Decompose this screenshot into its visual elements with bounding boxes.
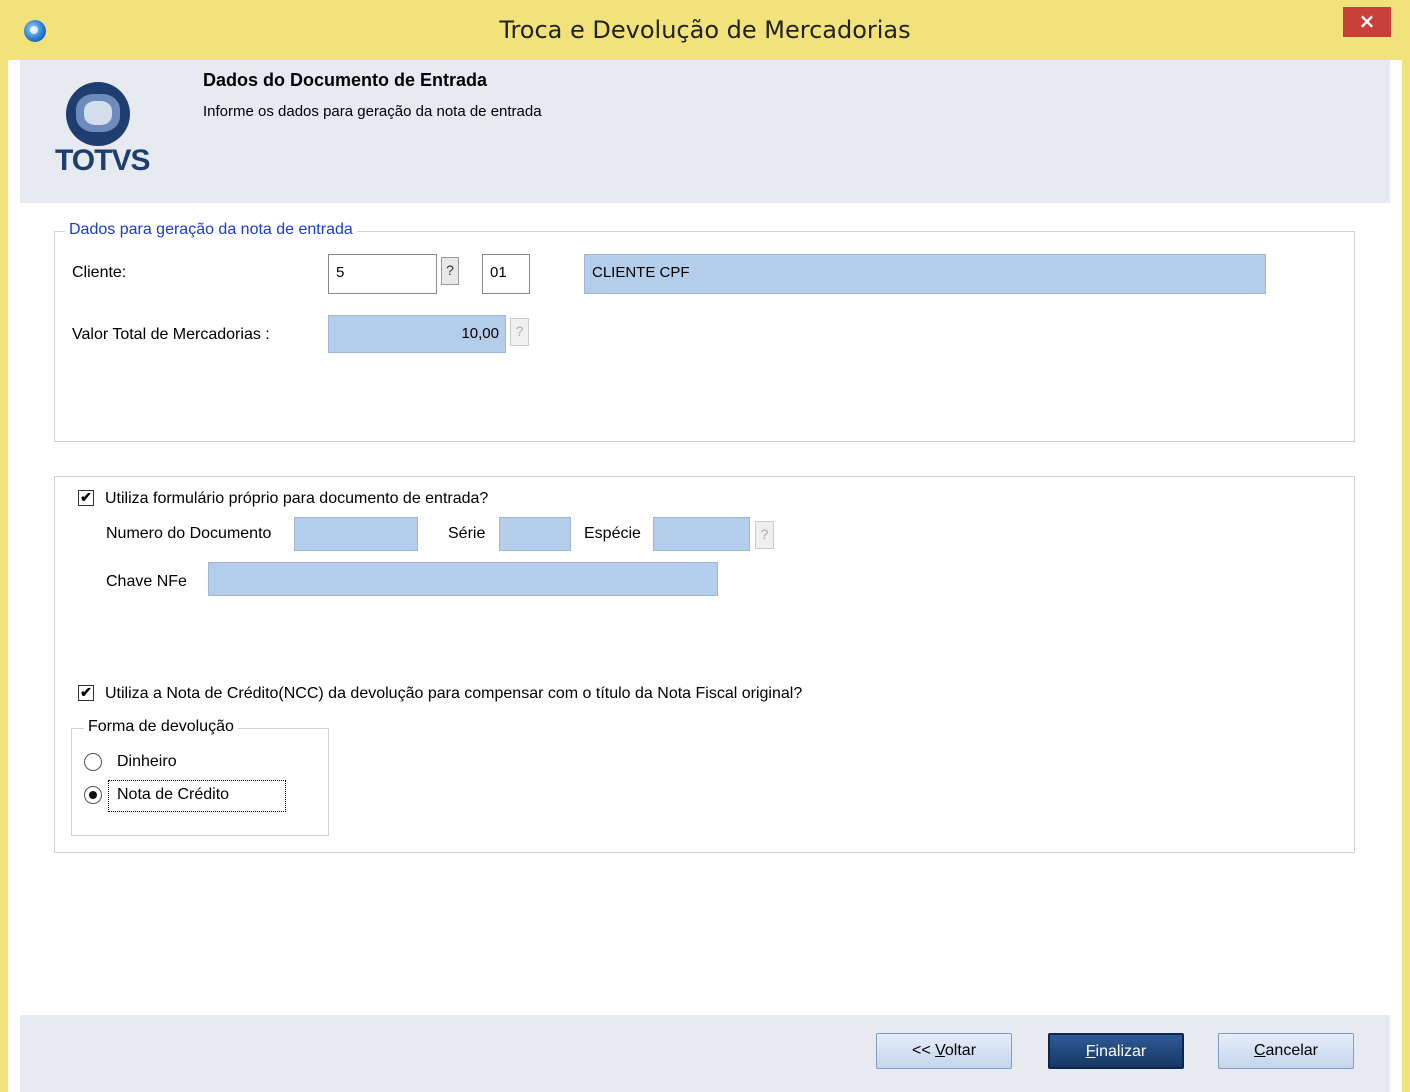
totvs-logo-icon <box>66 82 130 146</box>
group-dados-nota: Dados para geração da nota de entrada Cl… <box>54 221 1355 442</box>
page-subtitle: Informe os dados para geração da nota de… <box>203 103 542 120</box>
finalizar-mnemonic: F <box>1085 1043 1096 1060</box>
valor-total-label: Valor Total de Mercadorias : <box>72 326 270 343</box>
nota-credito-label: Nota de Crédito <box>117 786 230 803</box>
cancelar-mnemonic: C <box>1253 1042 1266 1059</box>
formulario-proprio-label: Utiliza formulário próprio para document… <box>105 490 489 507</box>
radio-nota-credito[interactable] <box>84 786 102 804</box>
cliente-label: Cliente: <box>72 264 127 281</box>
cancelar-rest: ancelar <box>1265 1042 1319 1059</box>
group-forma-devolucao: Forma de devolução Dinheiro Nota de Créd… <box>71 718 329 836</box>
voltar-button[interactable]: << Voltar <box>876 1033 1012 1069</box>
group-documento: ✔ Utiliza formulário próprio para docume… <box>54 476 1355 853</box>
ncc-label: Utiliza a Nota de Crédito(NCC) da devolu… <box>105 685 803 702</box>
numero-documento-label: Numero do Documento <box>106 525 272 542</box>
especie-label: Espécie <box>584 525 641 542</box>
chave-nfe-input[interactable] <box>208 562 718 596</box>
formulario-proprio-checkbox[interactable]: ✔ <box>78 490 94 506</box>
cliente-code-input[interactable]: 5 <box>328 254 437 294</box>
valor-total-field: 10,00 <box>328 315 506 353</box>
wizard-header: TOTVS Dados do Documento de Entrada Info… <box>20 60 1390 203</box>
especie-lookup-button[interactable]: ? <box>755 521 774 549</box>
cliente-name-field: CLIENTE CPF <box>584 254 1266 294</box>
dialog-content: TOTVS Dados do Documento de Entrada Info… <box>8 60 1402 1092</box>
wizard-footer: << Voltar Finalizar Cancelar <box>20 1015 1390 1092</box>
valor-lookup-button: ? <box>510 318 529 346</box>
cliente-lookup-button[interactable]: ? <box>441 257 459 285</box>
dinheiro-label: Dinheiro <box>117 753 177 770</box>
especie-input[interactable] <box>653 517 750 551</box>
totvs-logo-text: TOTVS <box>55 144 150 177</box>
finalizar-rest: inalizar <box>1095 1043 1147 1060</box>
ncc-checkbox[interactable]: ✔ <box>78 685 94 701</box>
voltar-prefix: << <box>911 1042 936 1059</box>
cancelar-button[interactable]: Cancelar <box>1218 1033 1354 1069</box>
window-title: Troca e Devolução de Mercadorias <box>499 16 911 44</box>
voltar-rest: oltar <box>944 1042 977 1059</box>
serie-input[interactable] <box>499 517 571 551</box>
totvs-logo: TOTVS <box>55 82 158 192</box>
group-legend: Dados para geração da nota de entrada <box>65 221 357 239</box>
finalizar-button[interactable]: Finalizar <box>1048 1033 1184 1069</box>
close-button[interactable]: × <box>1343 7 1391 37</box>
title-bar[interactable]: Troca e Devolução de Mercadorias × <box>0 0 1410 60</box>
cliente-loja-input[interactable]: 01 <box>482 254 530 294</box>
forma-devolucao-legend: Forma de devolução <box>84 718 238 736</box>
radio-dinheiro[interactable] <box>84 753 102 771</box>
chave-nfe-label: Chave NFe <box>106 573 187 590</box>
dialog-window: Troca e Devolução de Mercadorias × TOTVS… <box>0 0 1410 1092</box>
numero-documento-input[interactable] <box>294 517 418 551</box>
serie-label: Série <box>448 525 486 542</box>
page-title: Dados do Documento de Entrada <box>203 70 488 90</box>
voltar-mnemonic: V <box>935 1042 945 1059</box>
